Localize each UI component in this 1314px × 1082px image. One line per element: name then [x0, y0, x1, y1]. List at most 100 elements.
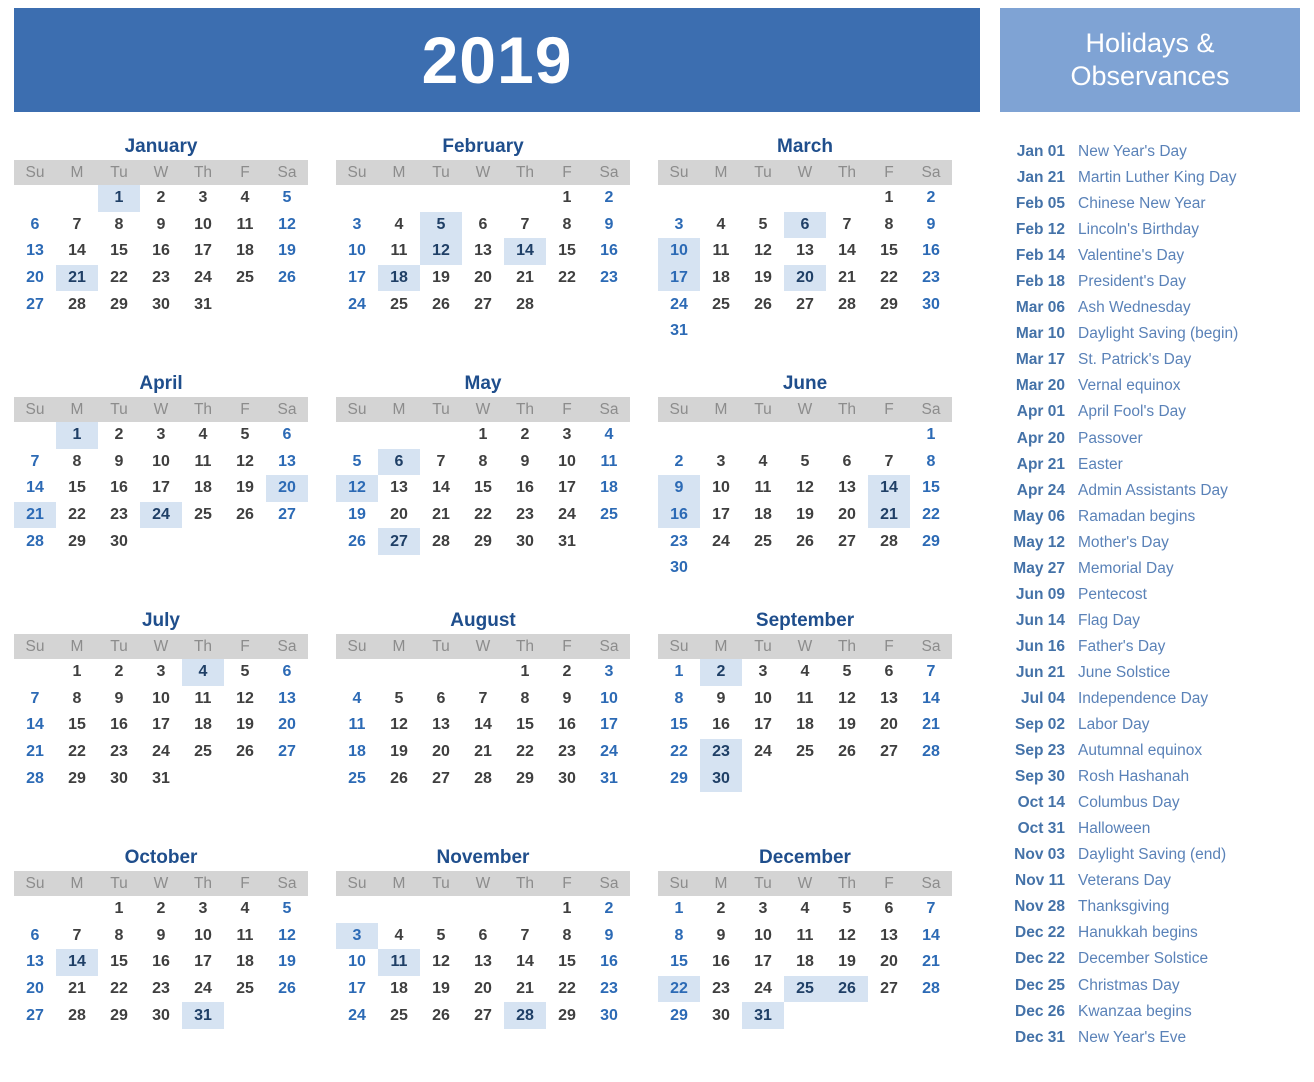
- day-cell[interactable]: 30: [504, 528, 546, 555]
- day-cell[interactable]: 4: [336, 686, 378, 713]
- day-cell[interactable]: 19: [266, 238, 308, 265]
- day-cell[interactable]: 28: [504, 291, 546, 318]
- holiday-row[interactable]: May 12 Mother's Day: [1004, 534, 1300, 560]
- day-cell-highlighted[interactable]: 11: [378, 949, 420, 976]
- day-cell[interactable]: 24: [336, 291, 378, 318]
- day-cell[interactable]: 20: [14, 265, 56, 292]
- day-cell[interactable]: 10: [336, 949, 378, 976]
- day-cell[interactable]: 2: [588, 896, 630, 923]
- day-cell[interactable]: 9: [504, 449, 546, 476]
- day-cell[interactable]: 3: [182, 185, 224, 212]
- day-cell[interactable]: 14: [910, 923, 952, 950]
- day-cell[interactable]: 21: [14, 739, 56, 766]
- day-cell[interactable]: 11: [784, 923, 826, 950]
- day-cell-highlighted[interactable]: 3: [336, 922, 378, 950]
- day-cell[interactable]: 18: [742, 502, 784, 529]
- day-cell[interactable]: 9: [910, 212, 952, 239]
- day-cell-highlighted[interactable]: 17: [658, 264, 700, 292]
- day-cell[interactable]: 29: [658, 1002, 700, 1029]
- holiday-row[interactable]: Dec 26 Kwanzaa begins: [1004, 1003, 1300, 1029]
- day-cell[interactable]: 22: [546, 976, 588, 1003]
- day-cell[interactable]: 15: [56, 712, 98, 739]
- day-cell[interactable]: 15: [658, 949, 700, 976]
- day-cell[interactable]: 21: [910, 712, 952, 739]
- day-cell[interactable]: 9: [588, 923, 630, 950]
- day-cell[interactable]: 9: [98, 449, 140, 476]
- holiday-row[interactable]: Sep 30 Rosh Hashanah: [1004, 768, 1300, 794]
- day-cell[interactable]: 14: [14, 475, 56, 502]
- day-cell[interactable]: 6: [826, 449, 868, 476]
- day-cell[interactable]: 22: [98, 265, 140, 292]
- holiday-row[interactable]: Nov 11 Veterans Day: [1004, 872, 1300, 898]
- day-cell[interactable]: 27: [784, 291, 826, 318]
- day-cell[interactable]: 16: [910, 238, 952, 265]
- day-cell[interactable]: 4: [378, 212, 420, 239]
- day-cell[interactable]: 5: [224, 422, 266, 449]
- day-cell[interactable]: 28: [826, 291, 868, 318]
- day-cell[interactable]: 19: [826, 712, 868, 739]
- holiday-row[interactable]: Oct 14 Columbus Day: [1004, 794, 1300, 820]
- day-cell[interactable]: 20: [266, 712, 308, 739]
- holiday-row[interactable]: Sep 02 Labor Day: [1004, 716, 1300, 742]
- day-cell[interactable]: 12: [420, 949, 462, 976]
- day-cell-highlighted[interactable]: 21: [14, 501, 56, 529]
- day-cell[interactable]: 1: [658, 659, 700, 686]
- day-cell[interactable]: 8: [56, 686, 98, 713]
- day-cell[interactable]: 1: [98, 896, 140, 923]
- day-cell[interactable]: 20: [378, 502, 420, 529]
- day-cell[interactable]: 4: [588, 422, 630, 449]
- day-cell[interactable]: 2: [140, 185, 182, 212]
- day-cell[interactable]: 28: [462, 765, 504, 792]
- day-cell[interactable]: 14: [56, 238, 98, 265]
- holiday-row[interactable]: May 06 Ramadan begins: [1004, 508, 1300, 534]
- day-cell[interactable]: 5: [826, 659, 868, 686]
- day-cell[interactable]: 8: [658, 923, 700, 950]
- day-cell[interactable]: 26: [224, 502, 266, 529]
- day-cell[interactable]: 2: [546, 659, 588, 686]
- day-cell[interactable]: 17: [336, 265, 378, 292]
- day-cell[interactable]: 27: [266, 739, 308, 766]
- day-cell[interactable]: 30: [658, 555, 700, 582]
- day-cell[interactable]: 7: [14, 686, 56, 713]
- day-cell[interactable]: 16: [140, 238, 182, 265]
- day-cell[interactable]: 23: [546, 739, 588, 766]
- day-cell[interactable]: 1: [56, 659, 98, 686]
- day-cell[interactable]: 12: [224, 686, 266, 713]
- day-cell[interactable]: 24: [182, 265, 224, 292]
- day-cell-highlighted[interactable]: 12: [420, 238, 462, 265]
- holiday-row[interactable]: Dec 25 Christmas Day: [1004, 977, 1300, 1003]
- day-cell[interactable]: 30: [98, 765, 140, 792]
- day-cell[interactable]: 10: [588, 686, 630, 713]
- day-cell[interactable]: 4: [378, 923, 420, 950]
- day-cell[interactable]: 21: [504, 265, 546, 292]
- holiday-row[interactable]: Oct 31 Halloween: [1004, 820, 1300, 846]
- day-cell[interactable]: 6: [868, 659, 910, 686]
- day-cell[interactable]: 7: [910, 659, 952, 686]
- day-cell-highlighted[interactable]: 23: [700, 738, 742, 766]
- day-cell[interactable]: 27: [868, 739, 910, 766]
- day-cell[interactable]: 13: [378, 475, 420, 502]
- day-cell[interactable]: 11: [224, 923, 266, 950]
- day-cell[interactable]: 19: [336, 502, 378, 529]
- day-cell[interactable]: 8: [546, 212, 588, 239]
- day-cell[interactable]: 18: [182, 475, 224, 502]
- day-cell[interactable]: 23: [140, 976, 182, 1003]
- day-cell[interactable]: 29: [504, 765, 546, 792]
- day-cell[interactable]: 6: [266, 659, 308, 686]
- day-cell[interactable]: 2: [140, 896, 182, 923]
- day-cell[interactable]: 7: [56, 923, 98, 950]
- day-cell[interactable]: 20: [14, 976, 56, 1003]
- day-cell[interactable]: 7: [462, 686, 504, 713]
- day-cell[interactable]: 3: [658, 212, 700, 239]
- day-cell[interactable]: 30: [588, 1002, 630, 1029]
- day-cell[interactable]: 30: [140, 291, 182, 318]
- day-cell[interactable]: 29: [658, 765, 700, 792]
- day-cell[interactable]: 15: [98, 949, 140, 976]
- day-cell[interactable]: 28: [420, 528, 462, 555]
- day-cell[interactable]: 17: [546, 475, 588, 502]
- day-cell[interactable]: 25: [182, 502, 224, 529]
- day-cell[interactable]: 12: [826, 923, 868, 950]
- day-cell[interactable]: 2: [910, 185, 952, 212]
- day-cell-highlighted[interactable]: 10: [658, 238, 700, 265]
- day-cell[interactable]: 7: [420, 449, 462, 476]
